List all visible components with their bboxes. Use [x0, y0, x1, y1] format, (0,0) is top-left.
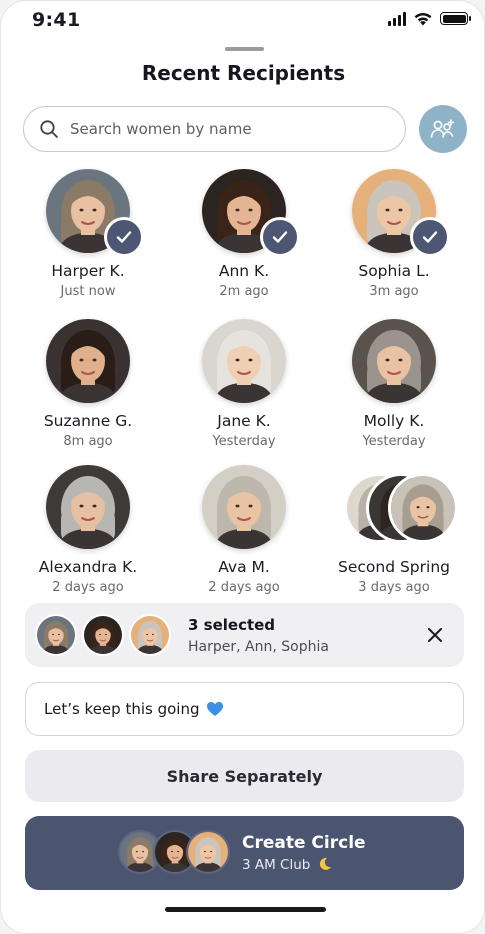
recipient-sophia-l[interactable]: Sophia L. 3m ago — [319, 169, 469, 299]
recipient-name: Alexandra K. — [38, 558, 138, 576]
recipient-ava-m[interactable]: Ava M. 2 days ago — [169, 465, 319, 595]
selected-avatar-sophia — [129, 614, 171, 656]
recipient-name: Sophia L. — [358, 262, 430, 280]
avatar-photo — [202, 319, 286, 403]
status-time: 9:41 — [32, 9, 81, 31]
message-text: Let’s keep this going — [44, 700, 200, 718]
avatar-photo — [202, 465, 286, 549]
search-icon — [40, 120, 58, 138]
selected-check-badge — [260, 217, 300, 257]
circle-avatar-3 — [186, 830, 230, 874]
blue-heart-icon — [206, 702, 223, 716]
crescent-moon-icon — [319, 857, 331, 870]
avatar — [352, 169, 450, 257]
home-indicator — [165, 907, 326, 912]
recipient-last-active: Just now — [60, 284, 116, 299]
create-circle-title: Create Circle — [242, 833, 366, 853]
create-circle-button[interactable]: Create Circle 3 AM Club — [25, 816, 464, 890]
recipient-alexandra-k[interactable]: Alexandra K. 2 days ago — [13, 465, 163, 595]
avatar — [46, 169, 144, 257]
clear-selection-button[interactable] — [424, 624, 446, 646]
battery-icon — [440, 12, 471, 25]
status-bar: 9:41 — [1, 1, 484, 41]
wifi-icon — [414, 12, 432, 26]
checkmark-icon — [422, 231, 438, 243]
recipient-last-active: 3m ago — [369, 284, 419, 299]
close-icon — [428, 628, 442, 642]
recipient-name: Ann K. — [218, 262, 270, 280]
recipient-name: Second Spring — [338, 558, 450, 576]
recipient-last-active: Yesterday — [362, 434, 426, 449]
recipient-last-active: 8m ago — [63, 434, 113, 449]
message-input[interactable]: Let’s keep this going — [25, 682, 464, 736]
recipient-last-active: 2m ago — [219, 284, 269, 299]
group-member-avatar — [388, 473, 458, 543]
avatar — [46, 465, 130, 549]
checkmark-icon — [272, 231, 288, 243]
search-field[interactable] — [23, 106, 406, 152]
recipients-sheet: 9:41 Recent Recipients Search women by n… — [0, 0, 485, 934]
cellular-signal-icon — [388, 11, 406, 26]
selected-avatar-ann — [82, 614, 124, 656]
group-people-button[interactable] — [419, 105, 467, 153]
circle-name: 3 AM Club — [242, 857, 311, 873]
recipient-harper-k[interactable]: Harper K. Just now — [13, 169, 163, 299]
selection-names: Harper, Ann, Sophia — [188, 639, 329, 655]
recipient-group-second-spring[interactable]: Second Spring 3 days ago — [319, 465, 469, 595]
selection-summary: 3 selected Harper, Ann, Sophia — [25, 603, 464, 667]
avatar — [202, 169, 300, 257]
status-icons — [388, 11, 471, 26]
avatar — [202, 465, 286, 549]
recipient-last-active: 2 days ago — [208, 580, 280, 595]
avatar — [202, 319, 286, 403]
recipient-suzanne-g[interactable]: Suzanne G. 8m ago — [13, 319, 163, 449]
avatar — [352, 319, 436, 403]
search-input[interactable] — [68, 119, 372, 139]
create-circle-subtitle: 3 AM Club — [242, 857, 332, 873]
checkmark-icon — [116, 231, 132, 243]
recipient-ann-k[interactable]: Ann K. 2m ago — [169, 169, 319, 299]
recipient-last-active: 3 days ago — [358, 580, 430, 595]
recipient-last-active: Yesterday — [212, 434, 276, 449]
avatar — [46, 319, 130, 403]
avatar-photo — [46, 465, 130, 549]
avatar-photo — [46, 319, 130, 403]
recipient-name: Harper K. — [51, 262, 125, 280]
people-group-icon — [430, 119, 455, 138]
avatar-photo — [352, 319, 436, 403]
recipient-name: Jane K. — [217, 412, 271, 430]
recipient-molly-k[interactable]: Molly K. Yesterday — [319, 319, 469, 449]
sheet-title: Recent Recipients — [141, 61, 346, 85]
share-separately-button[interactable]: Share Separately — [25, 750, 464, 802]
selected-check-badge — [410, 217, 450, 257]
recipient-last-active: 2 days ago — [52, 580, 124, 595]
selected-check-badge — [104, 217, 144, 257]
recipient-name: Ava M. — [218, 558, 270, 576]
sheet-grabber[interactable] — [225, 47, 264, 51]
recipient-name: Suzanne G. — [43, 412, 133, 430]
group-avatar-stack — [344, 465, 458, 549]
recipient-name: Molly K. — [363, 412, 425, 430]
selected-avatar-harper — [35, 614, 77, 656]
recipient-jane-k[interactable]: Jane K. Yesterday — [169, 319, 319, 449]
selection-count: 3 selected — [188, 616, 276, 634]
